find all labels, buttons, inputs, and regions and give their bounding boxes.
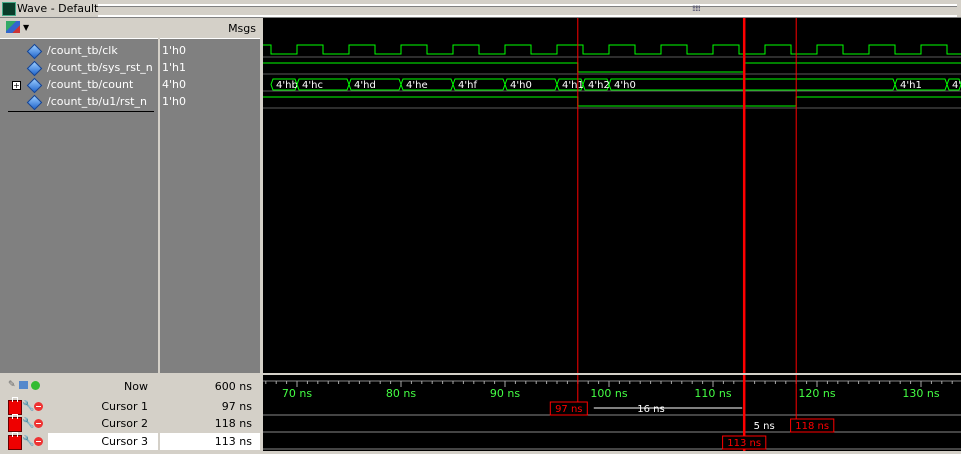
ruler-tick-label: 120 ns [798,387,835,400]
title-bar: Wave - Default ⁞⁞⁞⁞⁞ [0,0,961,18]
drag-handle-icon[interactable]: ⁞⁞⁞⁞⁞ [692,4,701,13]
insertion-marker [8,111,154,112]
value-text: 4'h0 [162,78,186,91]
count-bus-value: 4'hd [354,80,376,91]
now-value: 600 ns [214,380,252,393]
wave-window-icon [2,2,16,16]
ruler-tick-label: 80 ns [386,387,416,400]
value-text: 1'h0 [162,44,186,57]
signal-row-count[interactable]: + /count_tb/count [0,76,158,94]
dropdown-arrow-icon[interactable]: ▼ [23,23,29,32]
count-bus-value: 4'hc [302,80,323,91]
count-bus-value: 4'h1 [900,80,922,91]
cursor-3-tag-text: 113 ns [727,438,761,449]
count-bus-value: 4'h2 [588,80,610,91]
count-bus-value: 4'he [406,80,428,91]
signal-row-clk[interactable]: /count_tb/clk [0,42,158,60]
count-bus-value: 4'h0 [614,80,636,91]
signal-toolbar: ▼ [0,18,158,39]
count-bus-value: 4'h0 [510,80,532,91]
cursor-label: Cursor 3 [101,435,148,448]
window-title: Wave - Default [17,2,99,15]
clk-waveform [263,44,961,55]
cursor-label: Cursor 2 [101,417,148,430]
msgs-header: Msgs [160,18,260,39]
ruler-tick-label: 100 ns [590,387,627,400]
sys-rst-n-waveform [263,62,961,73]
ruler-tick-label: 70 ns [282,387,312,400]
u1-rst-n-waveform [263,96,961,107]
signal-diamond-icon [26,43,43,60]
ruler-tick-label: 90 ns [490,387,520,400]
delta-2-text: 5 ns [754,421,775,432]
cursor-value: 97 ns [221,400,252,413]
waveform-pane[interactable]: 4'hb 4'hc 4'hd 4'he 4'hf 4'h0 4'h1 4'h2 4'h0 4'h1… [263,18,961,373]
count-bus-segment [608,78,896,91]
cursor-1-tag-text: 97 ns [555,404,582,415]
signal-name: /count_tb/count [47,78,134,91]
delta-1-text: 16 ns [637,404,664,415]
signal-diamond-icon [26,60,43,77]
signal-name: /count_tb/clk [47,44,118,57]
signal-name: /count_tb/sys_rst_n [47,61,153,74]
expand-plus-icon[interactable]: + [12,81,21,90]
ruler-tick-label: 130 ns [902,387,939,400]
value-text: 1'h1 [162,61,186,74]
count-bus-value: 4'h1 [562,80,584,91]
cursor-2-tag-text: 118 ns [795,421,829,432]
msgs-label: Msgs [228,22,256,35]
title-bar-grip-lines [98,4,957,17]
count-bus-value: 4'hb [276,80,298,91]
cursor-value: 113 ns [214,435,252,448]
signal-row-u1-rst-n[interactable]: /count_tb/u1/rst_n [0,93,158,111]
signal-name: /count_tb/u1/rst_n [47,95,147,108]
add-wave-icon[interactable] [6,21,20,33]
cursor-label: Cursor 1 [101,400,148,413]
value-text: 1'h0 [162,95,186,108]
cursor-value: 118 ns [214,417,252,430]
signal-row-sys-rst-n[interactable]: /count_tb/sys_rst_n [0,59,158,77]
ruler-tick-label: 110 ns [694,387,731,400]
signal-diamond-icon [26,94,43,111]
count-bus-value: 4'hf [458,80,477,91]
signal-diamond-icon [26,77,43,94]
count-bus-value: 4'h2 [952,80,961,91]
time-ruler-pane[interactable]: 70 ns 80 ns 90 ns 100 ns 110 ns 120 ns 130 ns 9… [263,375,961,451]
now-label: Now [124,380,148,393]
